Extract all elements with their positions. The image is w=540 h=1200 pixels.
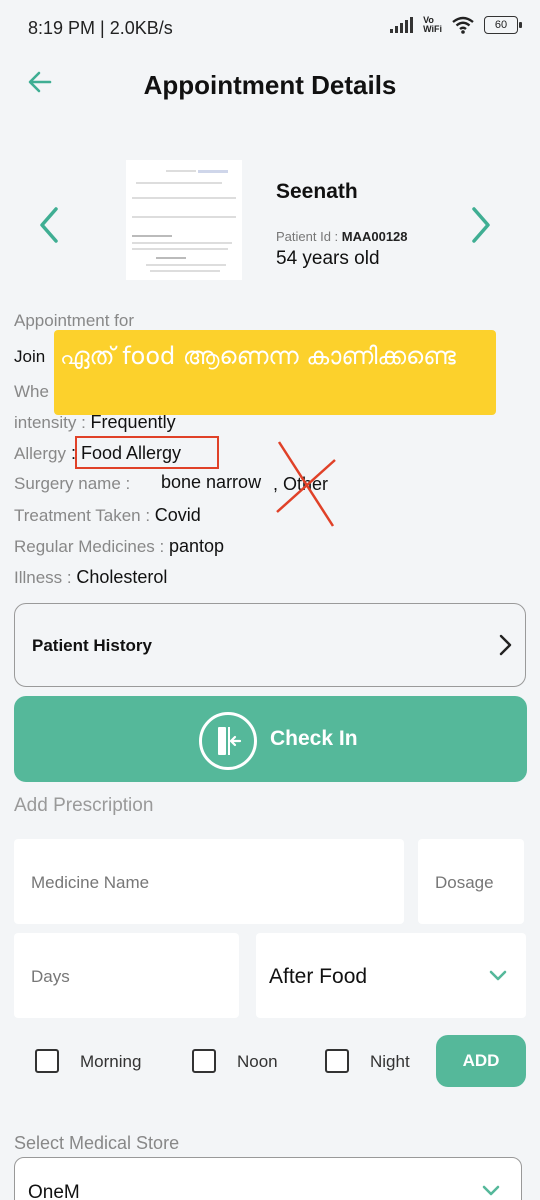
- surgery-value: bone narrow: [161, 472, 262, 492]
- add-prescription-title: Add Prescription: [14, 795, 154, 816]
- select-store-title: Select Medical Store: [14, 1133, 180, 1153]
- chevron-down-icon: [489, 970, 507, 981]
- signal-icon: [390, 17, 414, 33]
- previous-patient-chevron-icon[interactable]: [34, 205, 64, 245]
- surgery-row: Surgery name :: [14, 474, 130, 494]
- patient-photo: [126, 160, 242, 280]
- add-prescription-button[interactable]: ADD: [436, 1035, 526, 1087]
- medicine-name-input[interactable]: Medicine Name: [14, 839, 404, 924]
- status-icons: Vo WiFi 60: [390, 15, 522, 34]
- intensity-row: intensity : Frequently: [14, 412, 176, 433]
- noon-label: Noon: [237, 1052, 278, 1071]
- appointment-for-label: Appointment for: [14, 311, 135, 330]
- days-input[interactable]: Days: [14, 933, 239, 1018]
- treatment-label: Treatment Taken :: [14, 506, 155, 525]
- noon-checkbox[interactable]: [192, 1049, 216, 1073]
- appointment-join-partial: Join: [14, 347, 46, 366]
- patient-name: Seenath: [276, 180, 358, 203]
- annotation-cross-icon: [276, 441, 336, 527]
- next-patient-chevron-icon[interactable]: [466, 205, 496, 245]
- patient-id-label: Patient Id :: [276, 229, 342, 244]
- battery-icon: 60: [484, 16, 522, 34]
- surgery-label: Surgery name :: [14, 474, 131, 493]
- when-partial: Whe: [14, 382, 49, 401]
- medicines-row: Regular Medicines : pantop: [14, 536, 224, 557]
- treatment-row: Treatment Taken : Covid: [14, 505, 201, 526]
- page-title: Appointment Details: [143, 70, 397, 100]
- medical-store-value: OneM: [28, 1182, 80, 1200]
- status-time: 8:19 PM | 2.0KB/s: [28, 18, 173, 38]
- annotation-highlight-box: [75, 436, 219, 469]
- battery-level: 60: [494, 19, 508, 31]
- medicines-value: pantop: [168, 536, 225, 556]
- food-timing-select[interactable]: After Food: [256, 933, 526, 1018]
- chevron-right-icon: [499, 634, 512, 656]
- illness-label: Illness :: [14, 568, 77, 587]
- night-label: Night: [370, 1052, 410, 1071]
- days-placeholder: Days: [31, 967, 70, 986]
- intensity-label: intensity :: [14, 413, 91, 432]
- patient-age: 54 years old: [276, 248, 380, 269]
- door-enter-icon: [199, 712, 257, 770]
- wifi-icon: [452, 16, 474, 34]
- dosage-input[interactable]: Dosage: [418, 839, 524, 924]
- illness-row: Illness : Cholesterol: [14, 567, 167, 588]
- treatment-value: Covid: [154, 505, 201, 525]
- intensity-value: Frequently: [90, 412, 176, 432]
- patient-id-value: MAA00128: [341, 229, 408, 244]
- medical-store-select[interactable]: OneM: [14, 1157, 522, 1200]
- medicines-label: Regular Medicines :: [14, 537, 169, 556]
- food-timing-value: After Food: [269, 965, 368, 988]
- dosage-placeholder: Dosage: [435, 873, 494, 892]
- night-checkbox[interactable]: [325, 1049, 349, 1073]
- check-in-label: Check In: [270, 727, 358, 750]
- patient-id: Patient Id : MAA00128: [276, 229, 408, 244]
- allergy-label: Allergy: [14, 444, 66, 463]
- illness-value: Cholesterol: [76, 567, 168, 587]
- morning-checkbox[interactable]: [35, 1049, 59, 1073]
- vowifi-label: Vo WiFi: [423, 15, 442, 34]
- patient-history-label: Patient History: [32, 636, 152, 655]
- medicine-name-placeholder: Medicine Name: [31, 873, 150, 892]
- morning-label: Morning: [80, 1052, 142, 1071]
- chevron-down-icon: [482, 1185, 500, 1196]
- annotation-note: ഏത് food ആണെന്ന കാണിക്കണ്ടെ: [54, 330, 496, 415]
